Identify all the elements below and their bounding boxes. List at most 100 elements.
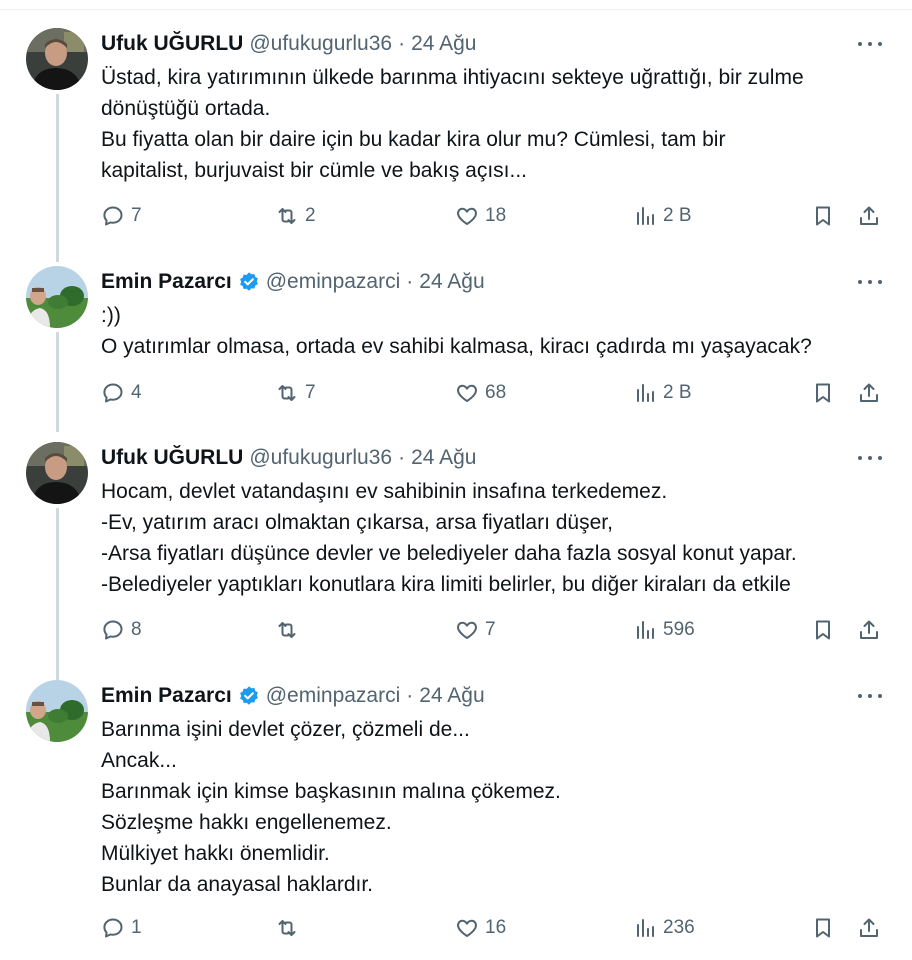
share-button[interactable]: [857, 615, 881, 645]
thread-connector-line: [56, 94, 59, 262]
username-handle[interactable]: @eminpazarci: [266, 684, 401, 708]
like-count: 16: [485, 917, 507, 938]
like-button[interactable]: 16: [455, 913, 506, 943]
bookmark-icon: [816, 206, 830, 226]
tweet-date[interactable]: 24 Ağu: [419, 684, 484, 708]
view-count: 596: [663, 619, 695, 640]
tweet-header: Emin Pazarcı @eminpazarci · 24 Ağu: [101, 268, 485, 296]
views-button[interactable]: 2 B: [633, 201, 692, 231]
like-button[interactable]: 68: [455, 378, 506, 408]
bookmark-button[interactable]: [811, 913, 835, 943]
username-handle[interactable]: @ufukugurlu36: [249, 446, 392, 470]
retweet-button[interactable]: 2: [275, 201, 316, 231]
tweet-actions: 4 7 68 2 B: [101, 378, 891, 408]
reply-button[interactable]: 4: [101, 378, 142, 408]
retweet-button[interactable]: [275, 615, 305, 645]
retweet-button[interactable]: [275, 913, 305, 943]
tweet-date[interactable]: 24 Ağu: [411, 446, 476, 470]
heart-icon: [457, 919, 477, 937]
username-handle[interactable]: @eminpazarci: [266, 270, 401, 294]
reply-button[interactable]: 7: [101, 201, 142, 231]
avatar[interactable]: [26, 680, 88, 742]
display-name[interactable]: Ufuk UĞURLU: [101, 446, 243, 470]
retweet-button[interactable]: 7: [275, 378, 316, 408]
tweet-header: Ufuk UĞURLU @ufukugurlu36 · 24 Ağu: [101, 30, 476, 58]
tweet[interactable]: Emin Pazarcı @eminpazarci · 24 Ağu :)) O…: [0, 248, 912, 432]
tweet-text-line: -Belediyeler yaptıkları konutlara kira l…: [101, 573, 791, 596]
tweet-header: Ufuk UĞURLU @ufukugurlu36 · 24 Ağu: [101, 444, 476, 472]
retweet-icon: [278, 622, 296, 638]
avatar[interactable]: [26, 28, 88, 90]
like-count: 68: [485, 382, 507, 403]
bookmark-icon: [816, 383, 830, 403]
more-options-icon[interactable]: [858, 448, 882, 468]
views-button[interactable]: 596: [633, 615, 695, 645]
tweet-text-line: -Ev, yatırım aracı olmaktan çıkarsa, ars…: [101, 511, 613, 534]
share-button[interactable]: [857, 913, 881, 943]
display-name[interactable]: Emin Pazarcı: [101, 684, 232, 708]
like-button[interactable]: 7: [455, 615, 496, 645]
like-count: 18: [485, 205, 507, 226]
analytics-icon: [637, 621, 654, 639]
views-button[interactable]: 2 B: [633, 378, 692, 408]
bookmark-button[interactable]: [811, 378, 835, 408]
view-count: 2 B: [663, 382, 692, 403]
tweet[interactable]: Ufuk UĞURLU @ufukugurlu36 · 24 Ağu Üstad…: [0, 10, 912, 262]
tweet-text-line: Bu fiyatta olan bir daire için bu kadar …: [101, 128, 726, 151]
retweet-icon: [278, 385, 296, 401]
tweet[interactable]: Emin Pazarcı @eminpazarci · 24 Ağu Barın…: [0, 662, 912, 960]
more-options-icon[interactable]: [858, 272, 882, 292]
reply-icon: [103, 383, 123, 403]
tweet-actions: 7 2 18 2 B: [101, 201, 891, 231]
reply-count: 7: [131, 205, 142, 226]
analytics-icon: [637, 207, 654, 225]
reply-icon: [103, 206, 123, 226]
share-icon: [860, 383, 878, 402]
reply-icon: [103, 918, 123, 938]
thread-connector-line: [56, 332, 59, 432]
display-name[interactable]: Emin Pazarcı: [101, 270, 232, 294]
reply-button[interactable]: 1: [101, 913, 142, 943]
share-button[interactable]: [857, 201, 881, 231]
reply-icon: [103, 620, 123, 640]
separator-dot: ·: [406, 684, 414, 707]
tweet-actions: 8 7 596: [101, 615, 891, 645]
more-options-icon[interactable]: [858, 686, 882, 706]
retweet-count: 7: [305, 382, 316, 403]
share-icon: [860, 206, 878, 225]
share-button[interactable]: [857, 378, 881, 408]
username-handle[interactable]: @ufukugurlu36: [249, 32, 392, 56]
tweet-actions: 1 16 236: [101, 913, 891, 943]
analytics-icon: [637, 919, 654, 937]
tweet-text: Barınma işini devlet çözer, çözmeli de..…: [101, 714, 891, 900]
tweet-header: Emin Pazarcı @eminpazarci · 24 Ağu: [101, 682, 485, 710]
top-divider: [0, 0, 912, 10]
tweet-text-line: Barınma işini devlet çözer, çözmeli de..…: [101, 718, 470, 741]
tweet-date[interactable]: 24 Ağu: [419, 270, 484, 294]
tweet-date[interactable]: 24 Ağu: [411, 32, 476, 56]
views-button[interactable]: 236: [633, 913, 695, 943]
tweet-text: Hocam, devlet vatandaşını ev sahibinin i…: [101, 476, 891, 600]
heart-icon: [457, 621, 477, 639]
retweet-count: 2: [305, 205, 316, 226]
bookmark-button[interactable]: [811, 201, 835, 231]
more-options-icon[interactable]: [858, 34, 882, 54]
tweet-text-line: dönüştüğü ortada.: [101, 97, 271, 120]
reply-button[interactable]: 8: [101, 615, 142, 645]
bookmark-button[interactable]: [811, 615, 835, 645]
avatar[interactable]: [26, 442, 88, 504]
display-name[interactable]: Ufuk UĞURLU: [101, 32, 243, 56]
like-button[interactable]: 18: [455, 201, 506, 231]
tweet-text-line: Hocam, devlet vatandaşını ev sahibinin i…: [101, 480, 668, 503]
heart-icon: [457, 384, 477, 402]
tweet-text-line: -Arsa fiyatları düşünce devler ve beledi…: [101, 542, 797, 565]
tweet-text: :)) O yatırımlar olmasa, ortada ev sahib…: [101, 300, 891, 362]
tweet-text-line: :)): [101, 304, 121, 327]
avatar[interactable]: [26, 266, 88, 328]
tweet[interactable]: Ufuk UĞURLU @ufukugurlu36 · 24 Ağu Hocam…: [0, 424, 912, 686]
view-count: 2 B: [663, 205, 692, 226]
tweet-text-line: O yatırımlar olmasa, ortada ev sahibi ka…: [101, 335, 812, 358]
retweet-icon: [278, 208, 296, 224]
analytics-icon: [637, 384, 654, 402]
bookmark-icon: [816, 918, 830, 938]
